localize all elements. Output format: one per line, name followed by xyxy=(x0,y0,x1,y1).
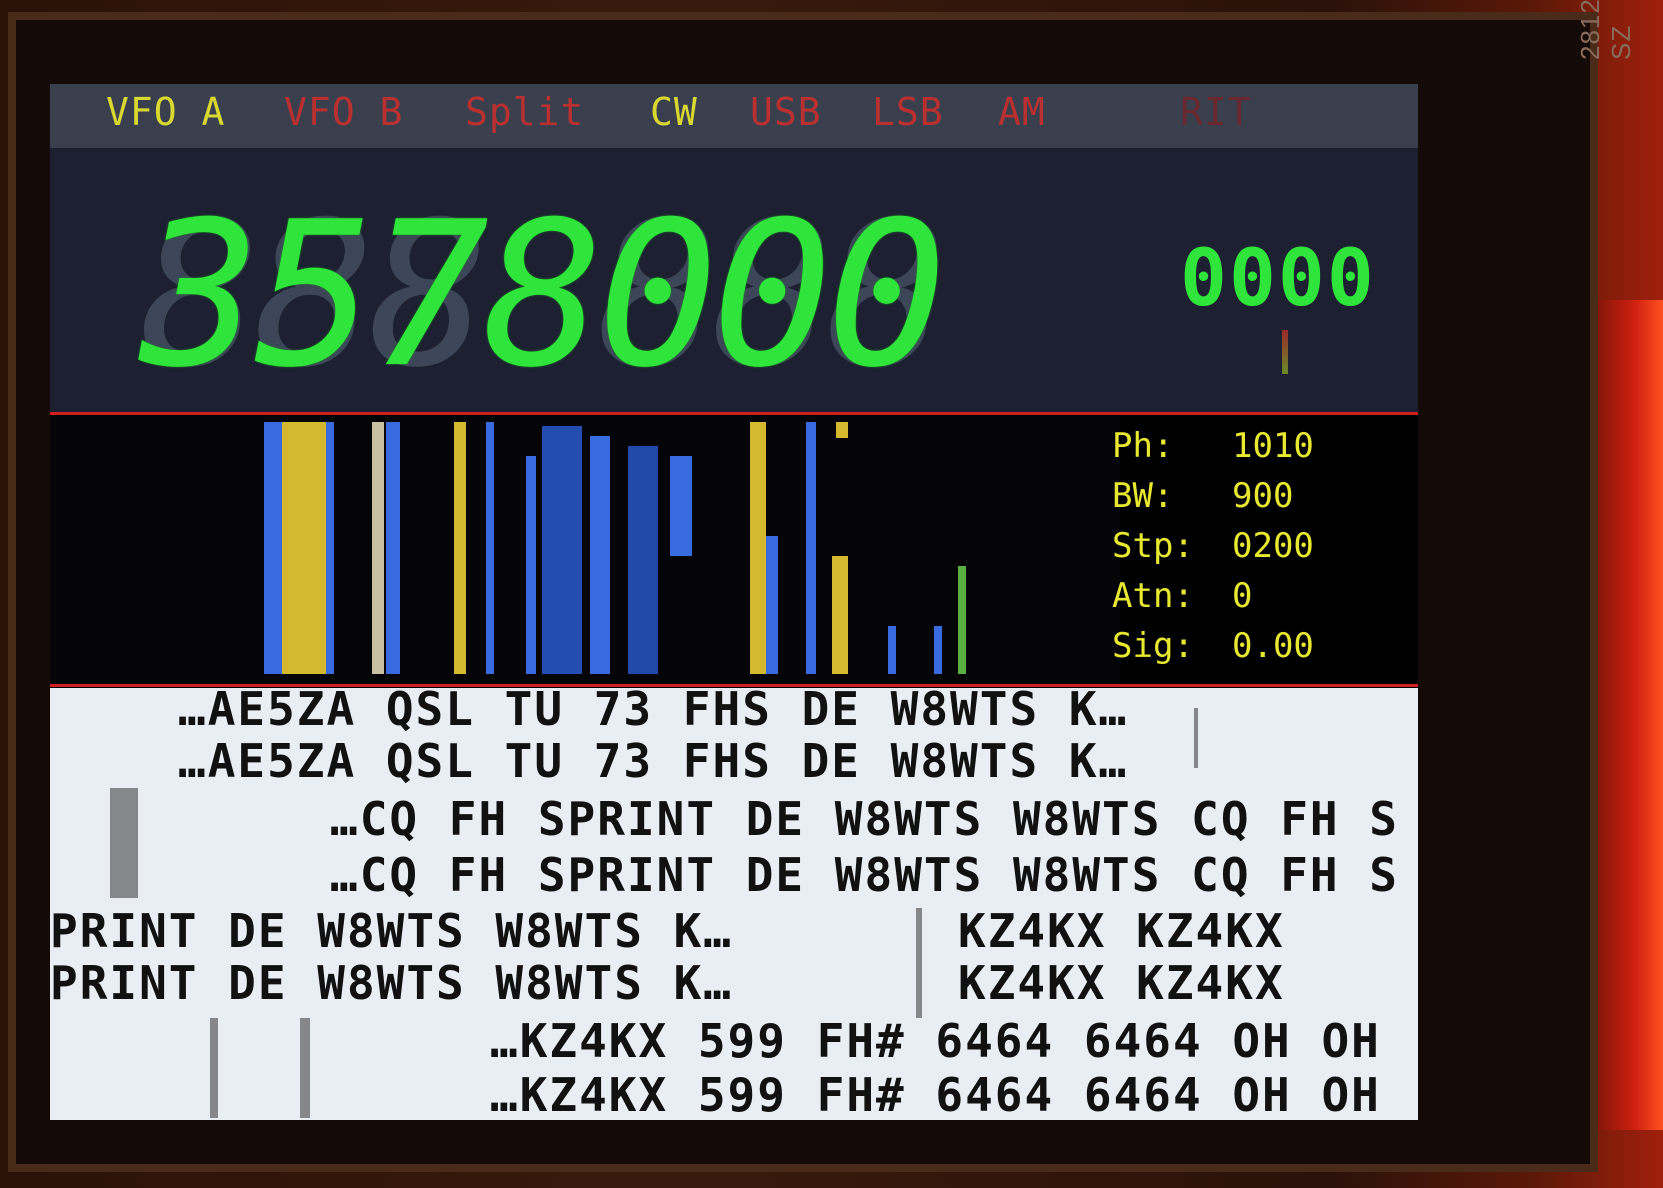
decoded-line: …AE5ZA QSL TU 73 FHS DE W8WTS K… xyxy=(178,688,1129,736)
menu-usb[interactable]: USB xyxy=(750,90,822,134)
menu-cw[interactable]: CW xyxy=(650,90,698,134)
decoded-line: …CQ FH SPRINT DE W8WTS W8WTS CQ FH S xyxy=(330,792,1399,846)
waterfall-trace xyxy=(542,426,582,674)
param-signal: Sig: 0.00 xyxy=(1112,622,1412,672)
waterfall-trace xyxy=(486,422,494,674)
param-value: 1010 xyxy=(1232,426,1314,466)
cw-decoder-text: …AE5ZA QSL TU 73 FHS DE W8WTS K… …AE5ZA … xyxy=(50,688,1418,1120)
frequency-panel: 8888888 3578000 0000 xyxy=(50,148,1418,414)
decoder-noise xyxy=(210,1018,218,1118)
decoder-noise xyxy=(300,1018,310,1118)
menu-rit[interactable]: RIT xyxy=(1180,90,1252,134)
waterfall-trace xyxy=(628,446,658,674)
waterfall-trace xyxy=(806,422,816,674)
param-step[interactable]: Stp: 0200 xyxy=(1112,522,1412,572)
waterfall-trace xyxy=(372,422,384,674)
s-meter-bar xyxy=(1282,330,1288,374)
decoded-line: PRINT DE W8WTS W8WTS K… xyxy=(50,904,733,958)
param-label: Sig: xyxy=(1112,626,1194,666)
decoded-line: …AE5ZA QSL TU 73 FHS DE W8WTS K… xyxy=(178,734,1129,788)
decoded-line-right: KZ4KX KZ4KX xyxy=(958,956,1285,1010)
waterfall-trace xyxy=(326,422,334,674)
divider-top xyxy=(50,412,1418,415)
frequency-display[interactable]: 3578000 xyxy=(140,196,947,396)
waterfall-trace xyxy=(766,536,778,674)
param-label: BW: xyxy=(1112,476,1174,516)
params-panel: Ph: 1010 BW: 900 Stp: 0200 Atn: 0 Sig: 0… xyxy=(1112,422,1412,672)
param-value: 0 xyxy=(1232,576,1253,616)
decoded-line-right: KZ4KX KZ4KX xyxy=(958,904,1285,958)
param-value: 900 xyxy=(1232,476,1294,516)
waterfall-trace xyxy=(832,556,848,674)
waterfall-trace xyxy=(386,422,400,674)
rit-offset-display: 0000 xyxy=(1180,234,1376,324)
waterfall-trace xyxy=(934,626,942,674)
decoded-line: …CQ FH SPRINT DE W8WTS W8WTS CQ FH S xyxy=(330,848,1399,902)
waterfall-trace xyxy=(750,422,766,674)
waterfall-display xyxy=(50,416,1120,686)
divider-bottom xyxy=(50,684,1418,687)
decoded-line: …KZ4KX 599 FH# 6464 6464 OH OH xyxy=(490,1014,1381,1068)
menu-am[interactable]: AM xyxy=(998,90,1046,134)
menu-lsb[interactable]: LSB xyxy=(872,90,944,134)
waterfall-trace xyxy=(836,422,848,438)
decoded-line: PRINT DE W8WTS W8WTS K… xyxy=(50,956,733,1010)
decoder-noise xyxy=(1194,708,1198,768)
decoded-line: …KZ4KX 599 FH# 6464 6464 OH OH xyxy=(490,1068,1381,1120)
waterfall-trace xyxy=(282,422,330,674)
waterfall-trace xyxy=(590,436,610,674)
lcd-screen: VFO A VFO B Split CW USB LSB AM RIT 8888… xyxy=(50,84,1418,1120)
decoder-noise xyxy=(916,908,922,1018)
decoder-noise xyxy=(110,788,138,898)
param-attenuation[interactable]: Atn: 0 xyxy=(1112,572,1412,622)
red-pcb-edge xyxy=(1593,300,1663,1130)
silkscreen-label: 2812C-SZ xyxy=(1575,0,1636,60)
menu-vfo-a[interactable]: VFO A xyxy=(106,90,225,134)
waterfall-trace xyxy=(670,456,692,556)
waterfall-trace xyxy=(264,422,284,674)
param-label: Stp: xyxy=(1112,526,1194,566)
param-value: 0.00 xyxy=(1232,626,1314,666)
menu-vfo-b[interactable]: VFO B xyxy=(284,90,403,134)
waterfall-trace xyxy=(454,422,466,674)
waterfall-trace xyxy=(958,566,966,674)
waterfall-trace xyxy=(526,456,536,674)
mode-menu-bar: VFO A VFO B Split CW USB LSB AM RIT xyxy=(50,84,1418,148)
waterfall-trace xyxy=(888,626,896,674)
param-value: 0200 xyxy=(1232,526,1314,566)
param-phase[interactable]: Ph: 1010 xyxy=(1112,422,1412,472)
param-bandwidth[interactable]: BW: 900 xyxy=(1112,472,1412,522)
param-label: Atn: xyxy=(1112,576,1194,616)
param-label: Ph: xyxy=(1112,426,1174,466)
menu-split[interactable]: Split xyxy=(465,90,584,134)
